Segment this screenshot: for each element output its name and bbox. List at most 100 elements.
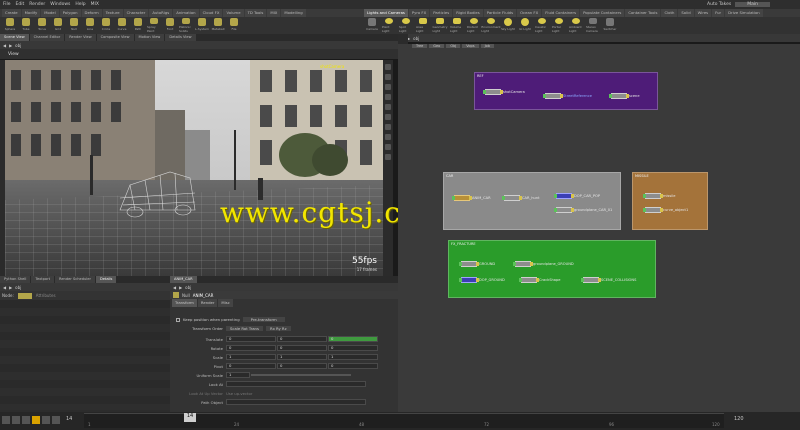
pivot-y-field[interactable]: 0 [277, 363, 327, 369]
param-obj-path[interactable]: obj [185, 285, 191, 290]
display-option-icon[interactable] [385, 144, 391, 150]
display-option-icon[interactable] [385, 134, 391, 140]
timeline-track[interactable]: 14 1 24 48 72 96 120 [84, 413, 724, 428]
node-anim-car[interactable]: ANIM_CAR [452, 195, 491, 201]
network-obj-path[interactable]: obj [413, 36, 419, 41]
tab-render-scheduler[interactable]: Render Scheduler [55, 276, 95, 283]
desk-dropdown[interactable]: Main [735, 2, 770, 7]
translate-y-field[interactable]: 0 [277, 336, 327, 342]
node-ground[interactable]: GROUND [459, 261, 495, 267]
node-scene[interactable]: scene [609, 93, 640, 99]
tool-environment-light[interactable]: Environment Light [481, 18, 501, 33]
tool-stereo-camera[interactable]: Stereo Camera [586, 18, 600, 33]
node-curve-object1[interactable]: curve_object1 [643, 207, 688, 213]
rotate-z-field[interactable]: 0 [328, 345, 378, 351]
node-car-hunt[interactable]: CAR_hunt [502, 195, 540, 201]
shelf-tab[interactable]: Wires [694, 9, 712, 17]
scale-y-field[interactable]: 1 [277, 354, 327, 360]
uniform-scale-field[interactable]: 1 [226, 372, 250, 378]
tab-misc[interactable]: Misc [218, 299, 233, 307]
display-option-icon[interactable] [385, 114, 391, 120]
tab-details[interactable]: Details [95, 276, 117, 283]
shelf-tab[interactable]: Model [41, 9, 59, 17]
shelf-tab[interactable]: Texture [102, 9, 123, 17]
net-tab[interactable]: Obj [446, 44, 461, 48]
display-option-icon[interactable] [385, 94, 391, 100]
node-crackshape[interactable]: CrackShape [519, 277, 561, 283]
shelf-tab[interactable]: Fluid Containers [542, 9, 580, 17]
play-icon[interactable] [32, 416, 40, 424]
shelf-tab[interactable]: Deform [81, 9, 102, 17]
tool-sphere[interactable]: Sphere [3, 18, 17, 33]
netbox-car[interactable]: CAR ANIM_CAR CAR_hunt DOP_CAR_POP ground… [443, 172, 621, 230]
current-frame-field[interactable]: 14 [66, 416, 72, 422]
tab-motion-view[interactable]: Motion View [134, 34, 165, 41]
tab-textport[interactable]: Textport [31, 276, 55, 283]
tool-file[interactable]: File [227, 18, 241, 33]
node-shotcamera[interactable]: shotCamera [483, 89, 525, 95]
display-option-icon[interactable] [385, 64, 391, 70]
tab-channel-editor[interactable]: Channel Editor [29, 34, 65, 41]
node-groundplane-car[interactable]: groundplane_CAR_01 [554, 207, 612, 213]
pivot-z-field[interactable]: 0 [328, 363, 378, 369]
details-obj-path[interactable]: obj [15, 285, 21, 290]
tab-details-view[interactable]: Details View [165, 34, 196, 41]
netbox-ref[interactable]: REF shotCamera StreetReference scene [474, 72, 658, 110]
translate-z-field[interactable]: 0 [328, 336, 378, 342]
forward-arrow-icon[interactable]: ▶ [9, 285, 12, 290]
shelf-tab[interactable]: AutoRigs [149, 9, 173, 17]
viewport[interactable]: shotCamera 55fps 17 frames [5, 60, 383, 276]
node-scene-collisions[interactable]: SCENE_COLLISIONS [581, 277, 636, 283]
tool-path[interactable]: Path [131, 18, 145, 33]
shelf-tab[interactable]: Modelling [281, 9, 306, 17]
tool-spray-paint[interactable]: Spray Paint [147, 18, 161, 33]
shelf-tab[interactable]: Modify [21, 9, 41, 17]
step-back-icon[interactable] [12, 416, 20, 424]
shelf-tab[interactable]: Lights and Cameras [364, 9, 408, 17]
tool-caustic-light[interactable]: Caustic Light [535, 18, 549, 33]
network-editor[interactable]: Tree Geo Obj Vops Job REF shotCamera Str… [398, 44, 800, 416]
display-option-icon[interactable] [385, 124, 391, 130]
back-arrow-icon[interactable]: ◀ [173, 285, 176, 290]
shelf-tab[interactable]: Pyro FX [408, 9, 430, 17]
rotate-order-dropdown[interactable]: Rx Ry Rz [265, 326, 291, 331]
shelf-tab[interactable]: Volume [223, 9, 244, 17]
tab-transform[interactable]: Transform [172, 299, 197, 307]
shelf-tab[interactable]: Animation [173, 9, 199, 17]
shelf-tab[interactable]: Cloud FX [199, 9, 223, 17]
tool-gi-light[interactable]: GI Light [518, 18, 532, 33]
shelf-tab[interactable]: Rigid Bodies [453, 9, 483, 17]
back-arrow-icon[interactable]: ◀ [3, 43, 6, 48]
look-up-dropdown[interactable]: Use up-vector [226, 391, 252, 396]
translate-x-field[interactable]: 0 [226, 336, 276, 342]
display-option-icon[interactable] [385, 154, 391, 160]
camera-label[interactable]: shotCamera [320, 64, 344, 69]
display-option-icon[interactable] [385, 84, 391, 90]
shelf-tab[interactable]: Create [2, 9, 21, 17]
node-missile[interactable]: missile [643, 193, 675, 199]
shelf-tab[interactable]: Drive Simulation [725, 9, 763, 17]
back-arrow-icon[interactable]: ◀ [3, 285, 6, 290]
forward-arrow-icon[interactable]: ▶ [179, 285, 182, 290]
scale-x-field[interactable]: 1 [226, 354, 276, 360]
netbox-missile[interactable]: MISSILE missile curve_object1 [632, 172, 708, 230]
tab-composite-view[interactable]: Composite View [96, 34, 134, 41]
transform-order-dropdown[interactable]: Scale Rot Trans [226, 326, 263, 331]
tool-portal-light[interactable]: Portal Light [552, 18, 566, 33]
tool-torus[interactable]: Torus [35, 18, 49, 33]
tool-camera[interactable]: Camera [365, 18, 379, 33]
rotate-y-field[interactable]: 0 [277, 345, 327, 351]
tool-line[interactable]: Line [83, 18, 97, 33]
scale-z-field[interactable]: 1 [328, 354, 378, 360]
shelf-tab[interactable]: MIX [267, 9, 281, 17]
tab-anim-car[interactable]: ANIM_CAR [170, 276, 197, 283]
uniform-scale-slider[interactable] [251, 374, 351, 376]
tool-metaball[interactable]: Metaball [211, 18, 225, 33]
display-option-icon[interactable] [385, 74, 391, 80]
netbox-fx-fracture[interactable]: FX_FRACTURE GROUND groundplane_GROUND DO… [448, 240, 656, 298]
menu-edit[interactable]: Edit [16, 2, 25, 7]
path-object-field[interactable] [226, 399, 366, 405]
tool-sky-light[interactable]: Sky Light [501, 18, 515, 33]
forward-arrow-icon[interactable]: ▶ [9, 43, 12, 48]
end-icon[interactable] [52, 416, 60, 424]
